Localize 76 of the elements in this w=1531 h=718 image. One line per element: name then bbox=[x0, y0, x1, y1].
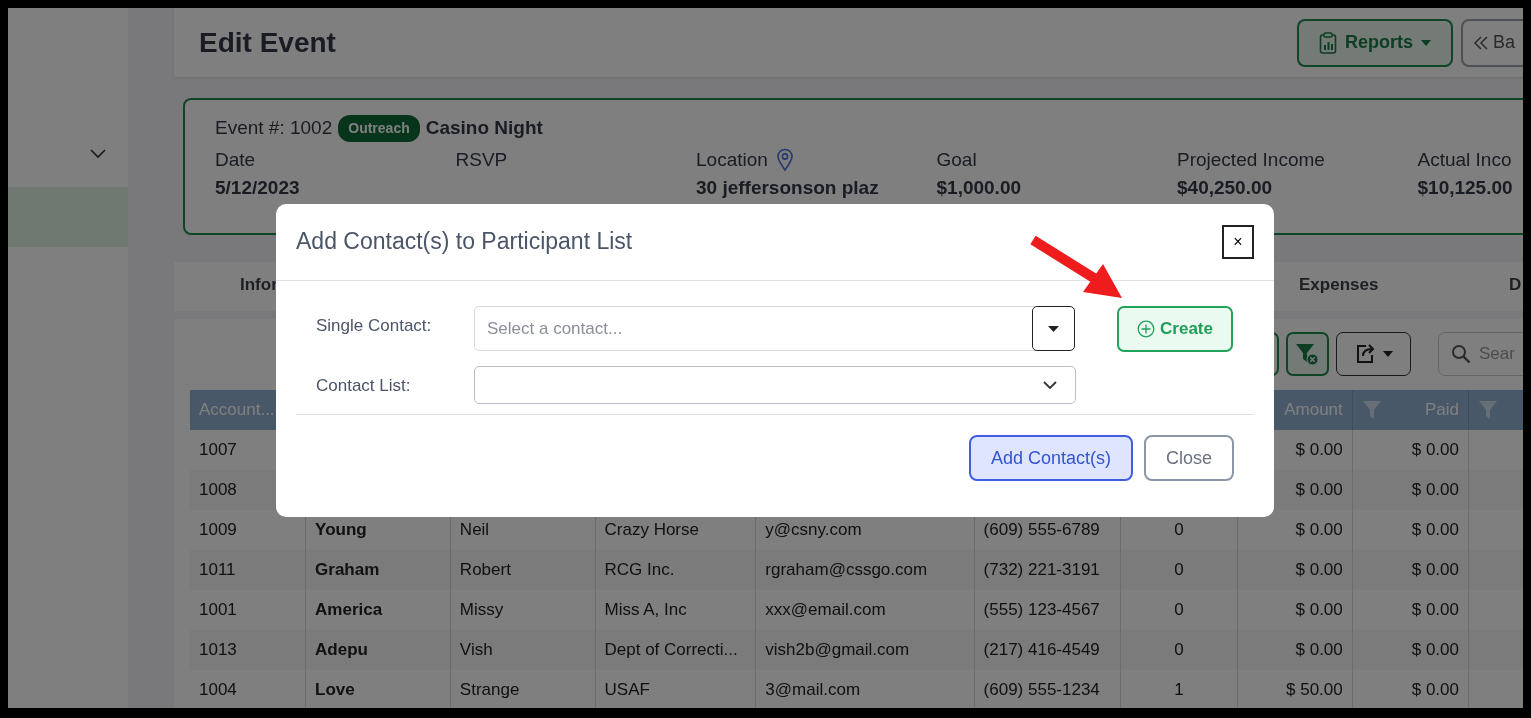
table-cell: vish2b@gmail.com bbox=[755, 630, 975, 670]
table-cell: $ 50.00 bbox=[1237, 670, 1353, 708]
table-cell: $ 0.00 bbox=[1237, 630, 1353, 670]
table-cell: (732) 221-3191 bbox=[974, 550, 1121, 590]
tab[interactable]: Infor bbox=[216, 262, 426, 311]
caret-icon bbox=[1382, 351, 1393, 357]
category-tag: Outreach bbox=[338, 114, 420, 142]
back-button[interactable]: Ba bbox=[1461, 18, 1523, 67]
field-value: $10,125.00 bbox=[1417, 176, 1514, 200]
export-button[interactable] bbox=[1336, 332, 1411, 376]
clear-filter-button[interactable] bbox=[1285, 332, 1330, 376]
sidebar-item[interactable] bbox=[8, 187, 128, 247]
table-cell: 1 bbox=[1120, 670, 1238, 708]
table-cell: 0 bbox=[1120, 630, 1238, 670]
field-value: 5/12/2023 bbox=[215, 176, 301, 200]
table-cell: Love bbox=[305, 670, 451, 708]
create-button[interactable]: Create bbox=[1117, 306, 1233, 352]
caret-icon bbox=[1048, 325, 1059, 332]
table-cell: Adepu bbox=[305, 630, 451, 670]
field-value: $40,250.00 bbox=[1177, 176, 1274, 200]
plus-circle-icon bbox=[1137, 320, 1156, 338]
field-label: Single Contact: bbox=[315, 315, 433, 337]
contact-input[interactable]: Select a contact... bbox=[487, 315, 1007, 342]
table-cell: 1013 bbox=[190, 630, 306, 670]
chevron-icon[interactable] bbox=[90, 149, 106, 159]
table-cell: Robert bbox=[450, 550, 595, 590]
table-cell: $ 0.00 bbox=[1352, 550, 1469, 590]
table-cell: RCG Inc. bbox=[595, 550, 756, 590]
event-number: Event #: 1002 bbox=[215, 116, 333, 140]
close-button[interactable]: × bbox=[1222, 225, 1254, 259]
table-cell: $ 0.00 bbox=[1352, 670, 1469, 708]
table-cell: 1011 bbox=[190, 550, 306, 590]
table-cell: Vish bbox=[450, 630, 595, 670]
clipboard-chart-icon bbox=[1319, 31, 1337, 54]
caret-icon bbox=[1421, 39, 1431, 46]
table-cell: Graham bbox=[305, 550, 451, 590]
table-cell: 3@mail.com bbox=[755, 670, 975, 708]
page-title: Edit Event bbox=[199, 25, 336, 60]
field-value: 30 jeffersonson plaz bbox=[696, 176, 880, 200]
filter-clear-icon bbox=[1295, 342, 1320, 366]
table-cell: USAF bbox=[595, 670, 756, 708]
tab[interactable]: D bbox=[1485, 262, 1523, 311]
double-chevron-icon bbox=[1473, 34, 1489, 51]
table-cell: Strange bbox=[450, 670, 595, 708]
add-contacts-button[interactable]: Add Contact(s) bbox=[968, 435, 1133, 481]
dialog-title: Add Contact(s) to Participant List bbox=[296, 228, 633, 256]
table-cell: (609) 555-1234 bbox=[974, 670, 1121, 708]
event-name: Casino Night bbox=[425, 116, 543, 140]
field-label: Goal bbox=[936, 147, 977, 172]
contact-list-select[interactable] bbox=[474, 366, 1076, 404]
field-label: Actual Inco bbox=[1417, 147, 1512, 172]
table-cell: 0 bbox=[1120, 550, 1238, 590]
field-label: Date bbox=[215, 147, 256, 172]
table-cell: $ 0.00 bbox=[1237, 550, 1353, 590]
search-icon bbox=[1451, 344, 1471, 364]
tab[interactable]: Expenses bbox=[1275, 262, 1485, 311]
filter-icon[interactable] bbox=[1361, 399, 1382, 421]
table-cell: $ 0.00 bbox=[1352, 470, 1469, 510]
field-label: Contact List: bbox=[315, 375, 412, 397]
field-label: RSVP bbox=[455, 147, 508, 172]
contact-combobox[interactable]: Select a contact... bbox=[474, 306, 1075, 351]
export-icon bbox=[1354, 343, 1377, 365]
table-cell: Dept of Correcti... bbox=[595, 630, 756, 670]
dropdown-button[interactable] bbox=[1032, 306, 1075, 351]
field-label: Location bbox=[696, 147, 768, 172]
table-cell: $ 0.00 bbox=[1352, 630, 1469, 670]
field-value: $1,000.00 bbox=[936, 176, 1023, 200]
filter-icon[interactable] bbox=[1477, 399, 1498, 421]
chevron-icon bbox=[1043, 381, 1057, 389]
close-button[interactable]: Close bbox=[1143, 435, 1234, 481]
reports-button[interactable]: Reports bbox=[1297, 18, 1453, 67]
table-cell: (217) 416-4549 bbox=[974, 630, 1121, 670]
table-cell: 1004 bbox=[190, 670, 306, 708]
field-label: Projected Income bbox=[1177, 147, 1325, 172]
location-pin-icon bbox=[775, 147, 794, 172]
table-cell: rgraham@cssgo.com bbox=[755, 550, 975, 590]
